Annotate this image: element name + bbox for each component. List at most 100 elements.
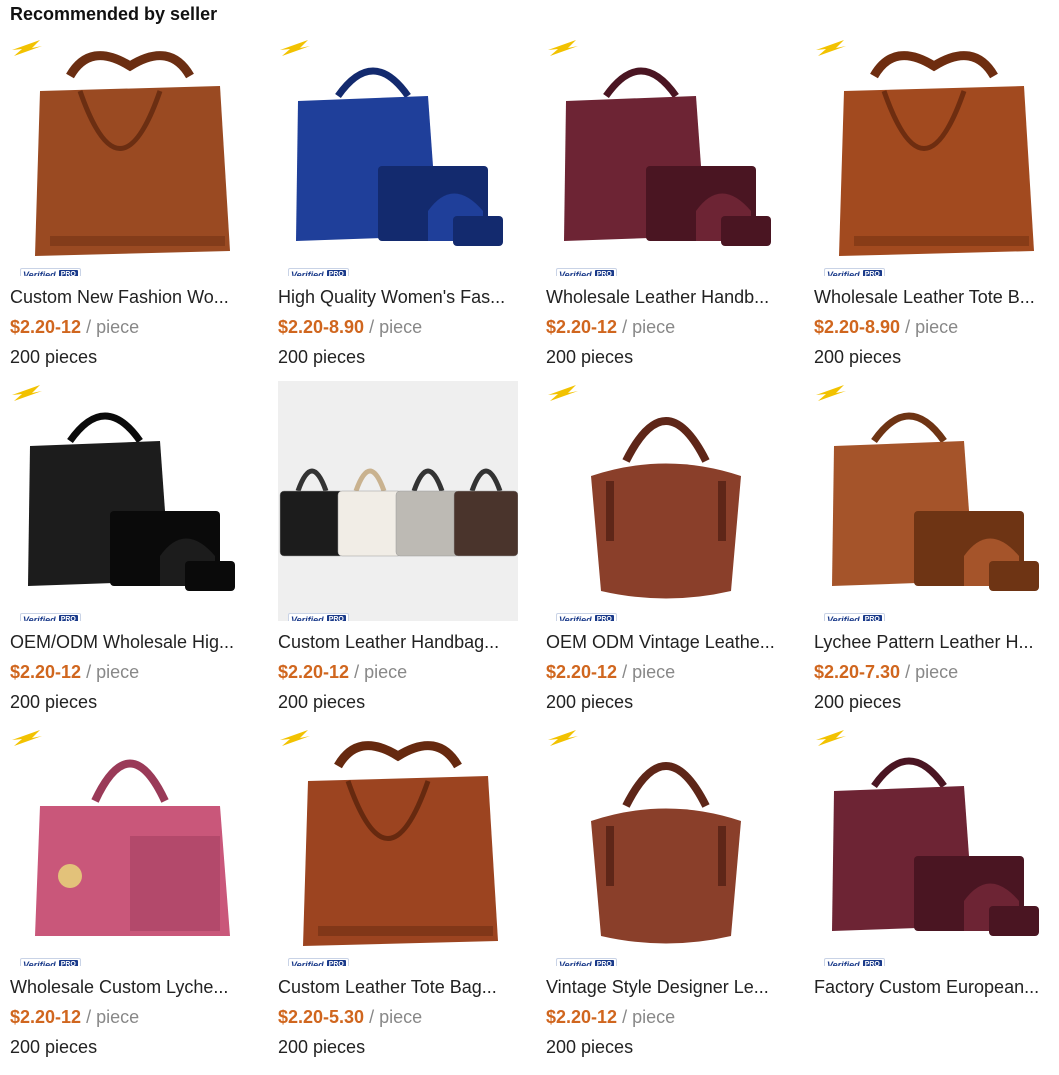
brand-logo-icon [548,40,578,56]
min-order-quantity: 200 pieces [814,347,902,367]
verified-badge: Verified PRO [20,958,81,966]
product-price: $2.20-7.30 [814,662,901,682]
bag-wallet [185,561,235,591]
product-card[interactable]: Verified PRO Lychee Pattern Leather H... $2… [814,381,1054,726]
brand-logo-icon [280,40,310,56]
min-order-quantity: 200 pieces [10,347,98,367]
product-card[interactable]: Verified PRO Vintage Style Designer Le... $… [546,726,786,1071]
product-price: $2.20-12 [546,662,618,682]
product-image[interactable]: Verified PRO [814,381,1054,621]
verified-badge: Verified PRO [556,613,617,621]
product-title[interactable]: Wholesale Leather Tote B... [814,286,1054,308]
price-unit: / piece [364,317,423,337]
brand-logo-mark [548,40,578,56]
product-title[interactable]: Vintage Style Designer Le... [546,976,786,998]
product-image[interactable]: Verified PRO [546,36,786,276]
verified-badge: Verified PRO [20,613,81,621]
product-title[interactable]: OEM/ODM Wholesale Hig... [10,631,250,653]
product-title[interactable]: OEM ODM Vintage Leathe... [546,631,786,653]
brand-logo-icon [12,40,42,56]
verified-badge: Verified PRO [824,958,885,966]
product-title[interactable]: Custom Leather Handbag... [278,631,518,653]
bag-body [279,490,345,557]
bag-handle [91,759,169,803]
product-card[interactable]: Verified PRO Wholesale Custom Lyche... $2.2… [10,726,250,1071]
product-image[interactable]: Verified PRO [814,726,1054,966]
product-price: $2.20-8.90 [278,317,365,337]
verified-label: Verified [23,615,56,621]
product-title[interactable]: Lychee Pattern Leather H... [814,631,1054,653]
bag-handle [66,51,194,79]
verified-pro-label: PRO [58,960,78,966]
product-illustration [35,51,230,256]
product-price: $2.20-5.30 [278,1007,365,1027]
bag-strap-left [606,826,614,886]
product-illustration [591,762,741,944]
verified-label: Verified [23,270,56,276]
bag-handle [411,468,445,492]
product-price: $2.20-12 [546,1007,618,1027]
product-price: $2.20-8.90 [814,317,901,337]
brand-logo-mark [12,40,42,56]
verified-badge: Verified PRO [20,268,81,276]
verified-label: Verified [827,960,860,966]
brand-logo-mark [816,730,846,746]
product-title[interactable]: Custom New Fashion Wo... [10,286,250,308]
price-line: $2.20-12 / piece [278,661,518,683]
product-image[interactable]: Verified PRO [546,381,786,621]
bag-handle [295,468,329,492]
product-image[interactable]: Verified PRO [10,381,250,621]
product-card[interactable]: Verified PRO OEM ODM Vintage Leathe... $2.2… [546,381,786,726]
bag-shadow [854,236,1029,246]
min-order-quantity: 200 pieces [546,1037,634,1057]
verified-label: Verified [23,960,56,966]
verified-pro-label: PRO [58,615,78,621]
bag-handle [603,67,679,99]
price-unit: / piece [349,662,408,682]
product-image[interactable]: Verified PRO [10,726,250,966]
verified-pro-label: PRO [326,615,346,621]
product-image[interactable]: Verified PRO [10,36,250,276]
product-illustration [28,412,235,591]
brand-logo-icon [548,730,578,746]
product-card[interactable]: Verified PRO High Quality Women's Fas... $2… [278,36,518,381]
product-title[interactable]: Wholesale Custom Lyche... [10,976,250,998]
bag-shadow [318,926,493,936]
product-card[interactable]: Verified PRO Custom Leather Tote Bag... $2.… [278,726,518,1071]
product-price: $2.20-12 [10,317,82,337]
price-line: $2.20-12 / piece [10,316,250,338]
product-image[interactable]: Verified PRO [278,381,518,621]
product-title[interactable]: Wholesale Leather Handb... [546,286,786,308]
price-line: $2.20-12 / piece [546,661,786,683]
product-illustration [839,51,1034,256]
product-card[interactable]: Verified PRO Custom Leather Handbag... $2.2… [278,381,518,726]
bag-strap-right [718,826,726,886]
product-image[interactable]: Verified PRO [546,726,786,966]
min-order-quantity: 200 pieces [814,692,902,712]
product-title[interactable]: Custom Leather Tote Bag... [278,976,518,998]
min-order-quantity: 200 pieces [546,692,634,712]
product-card[interactable]: Verified PRO Factory Custom European... [814,726,1054,1071]
product-title[interactable]: Factory Custom European... [814,976,1054,998]
verified-label: Verified [559,615,592,621]
bag-handle [335,67,411,99]
bag-body [35,86,230,256]
verified-pro-label: PRO [594,960,614,966]
product-card[interactable]: Verified PRO Wholesale Leather Tote B... $2… [814,36,1054,381]
product-image[interactable]: Verified PRO [278,36,518,276]
verified-pro-label: PRO [594,615,614,621]
brand-logo-mark [280,730,310,746]
product-image[interactable]: Verified PRO [814,36,1054,276]
brand-logo-mark [548,730,578,746]
product-illustration [296,67,503,246]
bag-panel [130,836,220,931]
product-card[interactable]: Verified PRO Custom New Fashion Wo... $2.20… [10,36,250,381]
price-line: $2.20-8.90 / piece [814,316,1054,338]
verified-label: Verified [827,270,860,276]
product-card[interactable]: Verified PRO Wholesale Leather Handb... $2.… [546,36,786,381]
product-image[interactable]: Verified PRO [278,726,518,966]
product-title[interactable]: High Quality Women's Fas... [278,286,518,308]
product-card[interactable]: Verified PRO OEM/ODM Wholesale Hig... $2.20… [10,381,250,726]
min-order-quantity: 200 pieces [278,1037,366,1057]
verified-pro-label: PRO [862,960,882,966]
